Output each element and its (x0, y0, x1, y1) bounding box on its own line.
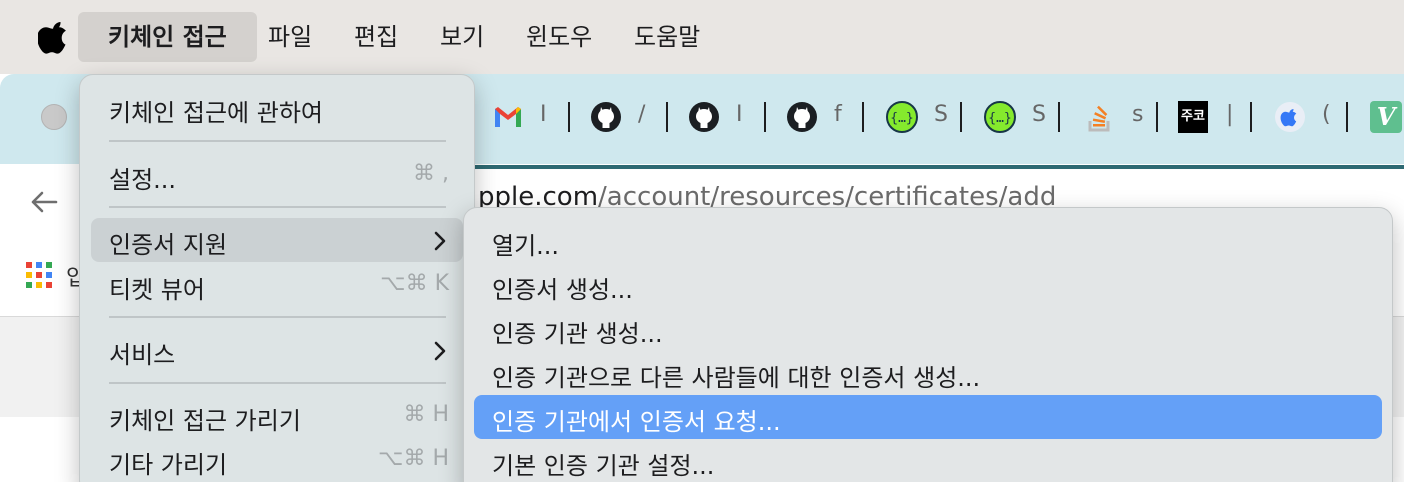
tab-title: s (1132, 102, 1144, 127)
github-icon (591, 102, 621, 132)
submenu-item-set-default-ca[interactable]: 기본 인증 기관 설정... (474, 439, 1382, 482)
menu-separator (109, 206, 446, 208)
menu-separator (109, 140, 446, 142)
menu-item-label: 설정... (109, 166, 177, 194)
menubar-view[interactable]: 보기 (430, 12, 494, 62)
browser-tab[interactable]: / (588, 96, 684, 138)
swagger-icon: {…} (886, 101, 918, 133)
chevron-right-icon (434, 341, 446, 361)
apple-logo-icon[interactable] (38, 20, 70, 54)
tab-title: ( (1322, 102, 1331, 127)
browser-tab[interactable]: f (784, 96, 880, 138)
tab-title: | (1226, 102, 1234, 127)
tab-separator (1346, 102, 1348, 132)
menubar-window[interactable]: 윈도우 (516, 12, 602, 62)
menu-item-shortcut: ⌥⌘ K (380, 271, 449, 296)
menu-item-label: 기타 가리기 (109, 451, 228, 479)
menu-item-settings[interactable]: 설정... ⌘ , (91, 153, 463, 197)
menu-separator (109, 382, 446, 384)
back-arrow-icon[interactable] (28, 186, 60, 218)
bookmark-label[interactable]: 입 (66, 260, 80, 292)
svg-text:{…}: {…} (988, 111, 1011, 126)
menubar-keychain-access[interactable]: 키체인 접근 (78, 12, 257, 62)
svg-text:{…}: {…} (890, 111, 913, 126)
jucode-icon: 주코 (1178, 101, 1208, 133)
tab-separator (862, 102, 864, 132)
submenu-item-label: 열기... (492, 232, 560, 260)
jucode-icon-text: 주코 (1181, 109, 1205, 124)
menu-item-label: 키체인 접근에 관하여 (109, 99, 323, 127)
github-icon (787, 102, 817, 132)
menu-item-label: 티켓 뷰어 (109, 276, 205, 304)
tab-separator (764, 102, 766, 132)
certificate-assistant-submenu: 열기... 인증서 생성... 인증 기관 생성... 인증 기관으로 다른 사… (463, 207, 1393, 482)
browser-tab[interactable]: 주코 | (1176, 96, 1272, 138)
tab-underline (474, 165, 1404, 169)
menu-item-hide[interactable]: 키체인 접근 가리기 ⌘ H (91, 394, 463, 438)
gmail-icon (495, 107, 521, 127)
menu-item-shortcut: ⌘ , (413, 161, 449, 186)
menu-item-label: 서비스 (109, 341, 176, 369)
submenu-item-label: 인증서 생성... (492, 276, 633, 304)
keychain-access-menu: 키체인 접근에 관하여 설정... ⌘ , 인증서 지원 티켓 뷰어 ⌥⌘ K … (79, 74, 475, 482)
tab-separator (666, 102, 668, 132)
submenu-item-label: 기본 인증 기관 설정... (492, 452, 715, 480)
submenu-item-label: 인증 기관 생성... (492, 320, 663, 348)
menubar-help[interactable]: 도움말 (624, 12, 710, 62)
vuetify-icon-text: V (1376, 102, 1396, 131)
menubar-file[interactable]: 파일 (258, 12, 322, 62)
vuetify-icon: V (1370, 101, 1402, 133)
browser-tab[interactable]: I (686, 96, 782, 138)
github-icon (689, 102, 719, 132)
menu-item-shortcut: ⌥⌘ H (378, 446, 449, 471)
submenu-item-create-certificate[interactable]: 인증서 생성... (474, 263, 1382, 307)
browser-tab[interactable]: {…} S (982, 96, 1078, 138)
submenu-item-create-ca[interactable]: 인증 기관 생성... (474, 307, 1382, 351)
tab-title: S (934, 102, 948, 127)
menu-item-services[interactable]: 서비스 (91, 328, 463, 372)
submenu-item-create-cert-for-others[interactable]: 인증 기관으로 다른 사람들에 대한 인증서 생성... (474, 351, 1382, 395)
swagger-icon: {…} (984, 101, 1016, 133)
browser-tab[interactable]: I (490, 96, 586, 138)
stackoverflow-icon (1088, 105, 1110, 132)
menu-item-about[interactable]: 키체인 접근에 관하여 (91, 86, 463, 130)
menu-separator (109, 316, 446, 318)
browser-tab[interactable]: ( (1272, 96, 1368, 138)
menubar-edit[interactable]: 편집 (344, 12, 408, 62)
menu-item-ticket-viewer[interactable]: 티켓 뷰어 ⌥⌘ K (91, 263, 463, 307)
tab-separator (1250, 102, 1252, 132)
tab-title: / (638, 102, 646, 127)
tab-title: f (834, 102, 842, 127)
menu-item-label: 키체인 접근 가리기 (109, 407, 301, 435)
tab-separator (960, 102, 962, 132)
apple-dev-icon (1275, 102, 1305, 132)
tab-separator (568, 102, 570, 132)
submenu-item-label: 인증 기관으로 다른 사람들에 대한 인증서 생성... (492, 364, 981, 392)
menu-bar: 키체인 접근 파일 편집 보기 윈도우 도움말 (0, 0, 1404, 74)
apps-grid-icon[interactable] (26, 262, 52, 288)
browser-tab[interactable]: V (1368, 96, 1404, 138)
browser-tab[interactable]: {…} S (884, 96, 980, 138)
screen: 키체인 접근 파일 편집 보기 윈도우 도움말 I / I f {…} S {…… (0, 0, 1404, 482)
tab-separator (1058, 102, 1060, 132)
menu-item-label: 인증서 지원 (109, 231, 228, 259)
menu-item-shortcut: ⌘ H (403, 402, 449, 427)
menu-item-certificate-assistant[interactable]: 인증서 지원 (91, 218, 463, 262)
tab-strip: I / I f {…} S {…} S s 주코 | (V (490, 96, 1404, 138)
tab-separator (1156, 102, 1158, 132)
menu-item-hide-others[interactable]: 기타 가리기 ⌥⌘ H (91, 438, 463, 482)
tab-title: I (540, 102, 547, 127)
window-close-button[interactable] (41, 104, 67, 130)
tab-title: I (736, 102, 743, 127)
tab-title: S (1032, 102, 1046, 127)
submenu-item-request-from-ca[interactable]: 인증 기관에서 인증서 요청... (474, 395, 1382, 439)
submenu-item-label: 인증 기관에서 인증서 요청... (492, 408, 781, 436)
chevron-right-icon (434, 231, 446, 251)
browser-tab[interactable]: s (1082, 96, 1178, 138)
submenu-item-open[interactable]: 열기... (474, 219, 1382, 263)
